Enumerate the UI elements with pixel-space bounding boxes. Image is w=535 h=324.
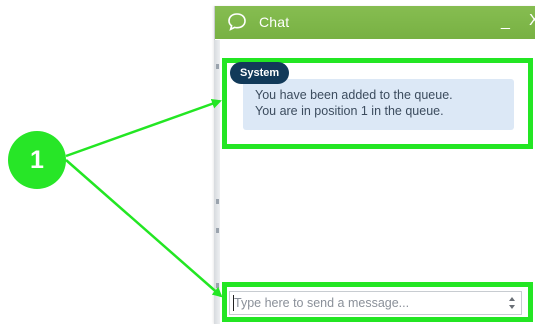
edge-marker <box>216 228 219 233</box>
message-composer <box>229 291 522 315</box>
spin-up-icon[interactable] <box>509 297 515 301</box>
window-edge <box>214 40 220 324</box>
message-input[interactable] <box>232 292 504 314</box>
message-line: You have been added to the queue. <box>255 88 453 102</box>
callout-arrow-messages <box>65 98 222 158</box>
spin-down-icon[interactable] <box>509 305 515 309</box>
callout-number: 1 <box>30 146 44 174</box>
scroll-spinner[interactable] <box>507 294 517 312</box>
text-caret <box>233 295 234 311</box>
edge-marker <box>216 283 219 288</box>
screenshot-stage: Chat _ X System You have been added to t… <box>0 0 535 324</box>
chat-window: Chat _ X <box>214 6 535 324</box>
minimize-button[interactable]: _ <box>501 10 510 34</box>
edge-marker <box>216 64 219 69</box>
callout-arrow-composer <box>65 159 223 298</box>
speech-bubble-icon <box>228 13 246 31</box>
system-message: You have been added to the queue. You ar… <box>243 79 514 130</box>
edge-marker <box>216 199 219 204</box>
callout-badge: 1 <box>8 131 66 189</box>
sender-badge: System <box>230 62 290 84</box>
close-button[interactable]: X <box>529 9 535 33</box>
chat-title: Chat <box>259 14 290 30</box>
message-line: You are in position 1 in the queue. <box>255 104 444 118</box>
chat-header: Chat _ X <box>215 6 535 39</box>
